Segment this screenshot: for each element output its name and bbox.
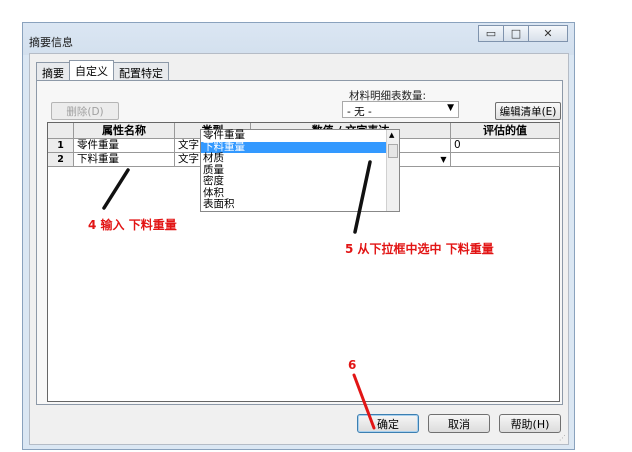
tab-summary[interactable]: 摘要 xyxy=(36,62,70,80)
row-number: 1 xyxy=(48,139,74,153)
annotation-step6: 6 xyxy=(348,358,357,372)
annotation-step5: 5 从下拉框中选中 下料重量 xyxy=(345,242,494,256)
dropdown-option[interactable]: 密度 xyxy=(201,176,399,188)
property-type-value: 文字 xyxy=(178,139,199,151)
chevron-down-icon[interactable]: ▼ xyxy=(438,154,449,165)
window-controls: ▭ □ ✕ xyxy=(478,25,568,42)
summary-info-dialog: 摘要信息 ▭ □ ✕ 摘要 自定义 配置特定 删除(D) 材料明细表数量: - … xyxy=(22,22,575,450)
property-value-dropdown[interactable]: 零件重量 下料重量 材质 质量 密度 体积 表面积 ▲ xyxy=(200,129,400,212)
close-button[interactable]: ✕ xyxy=(528,25,568,42)
close-icon: ✕ xyxy=(543,27,553,40)
tab-bar: 摘要 自定义 配置特定 xyxy=(36,60,169,80)
delete-button[interactable]: 删除(D) xyxy=(51,102,119,120)
property-type-value: 文字 xyxy=(178,153,199,165)
dropdown-option[interactable]: 材质 xyxy=(201,153,399,165)
tab-custom[interactable]: 自定义 xyxy=(69,60,114,80)
column-header-name: 属性名称 xyxy=(74,123,175,139)
dropdown-option[interactable]: 零件重量 xyxy=(201,130,399,142)
dropdown-option[interactable]: 质量 xyxy=(201,164,399,177)
resize-grip-icon[interactable]: ⋰ xyxy=(559,434,566,442)
dropdown-option[interactable]: 表面积 xyxy=(201,199,399,211)
minimize-icon: ▭ xyxy=(485,27,497,40)
chevron-down-icon: ▼ xyxy=(447,103,454,113)
dialog-title: 摘要信息 xyxy=(29,36,73,49)
cancel-button[interactable]: 取消 xyxy=(428,414,490,433)
annotation-step4: 4 输入 下料重量 xyxy=(88,218,177,232)
dropdown-option-selected[interactable]: 下料重量 xyxy=(201,141,399,153)
title-bar[interactable]: 摘要信息 ▭ □ ✕ xyxy=(23,23,574,55)
dropdown-scrollbar[interactable]: ▲ xyxy=(386,130,399,211)
minimize-button[interactable]: ▭ xyxy=(478,25,504,42)
evaluated-value-cell xyxy=(451,153,560,167)
maximize-button[interactable]: □ xyxy=(503,25,529,42)
scroll-thumb[interactable] xyxy=(388,144,398,158)
column-header-evaluated: 评估的值 xyxy=(451,123,560,139)
property-name-cell[interactable]: 零件重量 xyxy=(74,139,175,153)
property-name-cell[interactable]: 下料重量 xyxy=(74,153,175,167)
ok-button[interactable]: 确定 xyxy=(357,414,419,433)
grid-corner xyxy=(48,123,74,139)
row-number: 2 xyxy=(48,153,74,167)
bom-quantity-select[interactable]: - 无 - ▼ xyxy=(342,101,459,118)
edit-list-button[interactable]: 编辑清单(E) xyxy=(495,102,561,120)
tab-config-specific[interactable]: 配置特定 xyxy=(113,62,169,80)
help-button[interactable]: 帮助(H) xyxy=(499,414,561,433)
maximize-icon: □ xyxy=(510,27,522,40)
scroll-up-icon[interactable]: ▲ xyxy=(389,131,394,139)
bom-quantity-value: - 无 - xyxy=(347,106,372,118)
evaluated-value-cell: 0 xyxy=(451,139,560,153)
